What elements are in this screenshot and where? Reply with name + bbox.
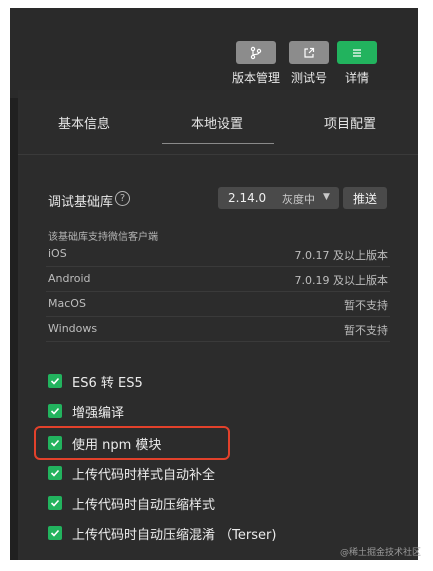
details-button[interactable] xyxy=(337,41,377,64)
option-es6-to-es5[interactable]: ES6 转 ES5 xyxy=(48,371,143,391)
test-account-button[interactable] xyxy=(289,41,329,64)
chevron-down-icon: ▼ xyxy=(323,192,330,202)
option-label: 上传代码时自动压缩样式 xyxy=(72,497,216,513)
option-label: ES6 转 ES5 xyxy=(72,375,143,391)
lib-version-value: 2.14.0 xyxy=(228,191,267,205)
platform-version: 7.0.17 及以上版本 xyxy=(294,249,388,262)
external-link-icon xyxy=(304,47,315,58)
version-control-label: 版本管理 xyxy=(232,71,281,85)
menu-icon xyxy=(353,48,361,57)
details-label: 详情 xyxy=(345,71,370,85)
option-minify-terser[interactable]: 上传代码时自动压缩混淆 （Terser) xyxy=(48,523,276,543)
tab-local-settings[interactable]: 本地设置 xyxy=(191,113,243,132)
platform-version: 暂不支持 xyxy=(344,299,388,312)
support-note: 该基础库支持微信客户端 xyxy=(48,232,158,243)
watermark: @稀土掘金技术社区 xyxy=(339,548,421,558)
version-control-button[interactable] xyxy=(236,41,276,64)
check-icon xyxy=(50,529,60,537)
checkbox[interactable] xyxy=(48,404,62,418)
help-icon[interactable]: ? xyxy=(115,191,130,206)
tabs-divider xyxy=(18,154,418,155)
option-label: 增强编译 xyxy=(72,405,125,421)
lib-version-select[interactable]: 2.14.0 灰度中 ▼ xyxy=(218,187,339,209)
platform-row-macos: MacOS 暂不支持 xyxy=(46,292,390,317)
option-style-autoprefix[interactable]: 上传代码时样式自动补全 xyxy=(48,463,215,483)
option-enhanced-compile[interactable]: 增强编译 xyxy=(48,401,124,421)
platform-name: MacOS xyxy=(48,297,86,310)
checkbox[interactable] xyxy=(48,466,62,480)
platform-version: 暂不支持 xyxy=(344,324,388,337)
active-tab-indicator xyxy=(162,143,274,144)
highlight-box xyxy=(34,426,230,460)
push-button[interactable]: 推送 xyxy=(343,187,387,209)
check-icon xyxy=(50,377,60,385)
option-label: 上传代码时自动压缩混淆 （Terser) xyxy=(72,527,277,543)
editor-edge xyxy=(10,98,18,560)
platform-version: 7.0.19 及以上版本 xyxy=(294,274,388,287)
lib-version-status: 灰度中 xyxy=(282,193,315,206)
debug-lib-title: 调试基础库 xyxy=(48,195,114,210)
platform-row-ios: iOS 7.0.17 及以上版本 xyxy=(46,242,390,267)
option-minify-style[interactable]: 上传代码时自动压缩样式 xyxy=(48,493,215,513)
platform-name: iOS xyxy=(48,247,67,260)
platform-row-android: Android 7.0.19 及以上版本 xyxy=(46,267,390,292)
branch-icon xyxy=(250,46,262,59)
platform-name: Android xyxy=(48,272,91,285)
option-label: 上传代码时样式自动补全 xyxy=(72,467,216,483)
check-icon xyxy=(50,407,60,415)
test-account-label: 测试号 xyxy=(291,71,328,85)
tab-project-config[interactable]: 项目配置 xyxy=(324,113,376,132)
platform-row-windows: Windows 暂不支持 xyxy=(46,317,390,342)
toolbar: 版本管理 测试号 详情 xyxy=(10,8,418,98)
check-icon xyxy=(50,469,60,477)
checkbox[interactable] xyxy=(48,496,62,510)
platform-name: Windows xyxy=(48,322,98,335)
checkbox[interactable] xyxy=(48,374,62,388)
tab-basic-info[interactable]: 基本信息 xyxy=(58,113,110,132)
checkbox[interactable] xyxy=(48,526,62,540)
details-panel: 基本信息 本地设置 项目配置 调试基础库 ? 2.14.0 灰度中 ▼ 推送 该… xyxy=(18,90,418,560)
check-icon xyxy=(50,499,60,507)
